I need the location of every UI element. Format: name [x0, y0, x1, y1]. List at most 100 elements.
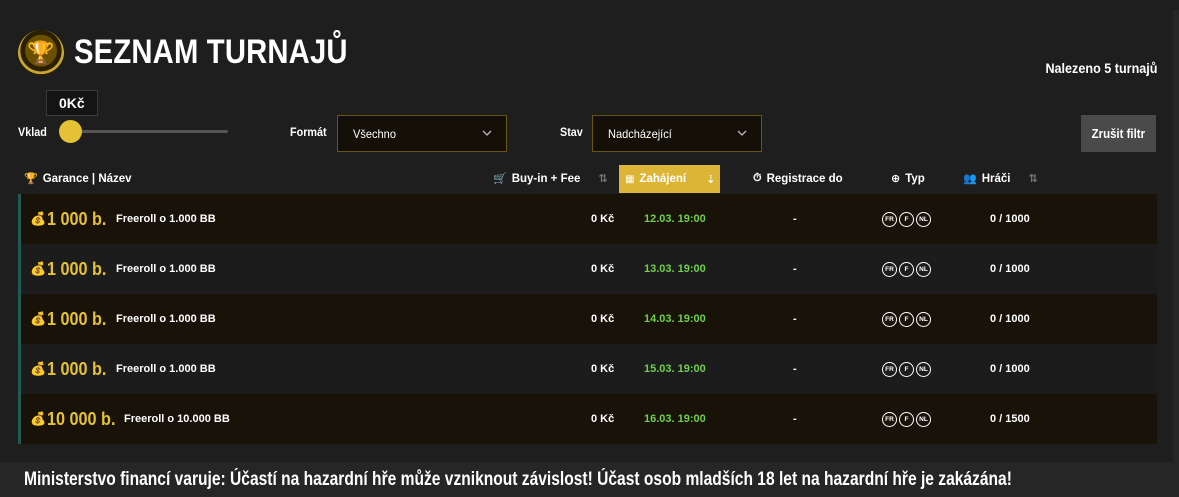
table-row[interactable]: 💰 1 000 b. Freeroll o 1.000 BB 0 Kč 15.0…	[18, 344, 1157, 394]
status-select[interactable]: Nadcházející	[592, 115, 762, 152]
row-name: Freeroll o 1.000 BB	[116, 313, 216, 325]
column-header-registration-label: Registrace do	[766, 172, 843, 185]
tournament-list: 💰 1 000 b. Freeroll o 1.000 BB 0 Kč 12.0…	[18, 194, 1157, 444]
moneybag-icon: 💰	[30, 211, 47, 226]
moneybag-icon: 💰	[30, 311, 47, 326]
type-badge-fr: FR	[882, 311, 897, 327]
column-header-buyin-label: Buy-in + Fee	[511, 172, 581, 185]
type-badge-nl: NL	[916, 411, 931, 427]
sort-icon[interactable]: ⇅	[598, 172, 607, 185]
chevron-down-icon	[737, 130, 747, 136]
row-buyin: 0 Kč	[591, 413, 615, 425]
reset-filter-label: Zrušit filtr	[1091, 126, 1146, 141]
type-badge-fr: FR	[882, 411, 897, 427]
type-badge-fr: FR	[882, 361, 897, 377]
type-badge-f: F	[899, 211, 914, 227]
type-badge-fr: FR	[882, 261, 897, 277]
type-badge-nl: NL	[916, 261, 931, 277]
column-header-type-label: Typ	[905, 172, 925, 185]
trophy-icon: 🏆	[24, 173, 38, 185]
gambling-warning-text: Ministerstvo financí varuje: Účastí na h…	[24, 468, 1012, 490]
scrollbar[interactable]	[1173, 10, 1179, 462]
row-buyin: 0 Kč	[591, 313, 615, 325]
table-row[interactable]: 💰 1 000 b. Freeroll o 1.000 BB 0 Kč 13.0…	[18, 244, 1157, 294]
row-start: 14.03. 19:00	[644, 313, 706, 325]
type-badge-f: F	[899, 311, 914, 327]
deposit-label: Vklad	[18, 125, 47, 139]
row-players: 0 / 1000	[990, 313, 1030, 325]
moneybag-icon: 💰	[30, 411, 47, 426]
plus-circle-icon: ⊕	[891, 173, 901, 185]
moneybag-icon: 💰	[30, 261, 47, 276]
column-header-name-label: Garance | Název	[42, 172, 132, 185]
row-guarantee: 1 000 b.	[47, 258, 107, 279]
type-badge-f: F	[899, 411, 914, 427]
row-guarantee: 1 000 b.	[47, 308, 107, 329]
type-badge-f: F	[899, 361, 914, 377]
sort-descending-icon[interactable]: ⇣	[706, 173, 715, 186]
column-header-players-label: Hráči	[981, 172, 1011, 185]
status-label: Stav	[560, 125, 583, 139]
sort-icon[interactable]: ⇅	[1028, 172, 1037, 185]
row-name: Freeroll o 1.000 BB	[116, 263, 216, 275]
column-header-registration: ⏱ Registrace do	[753, 172, 843, 185]
row-start: 15.03. 19:00	[644, 363, 706, 375]
type-badge-fr: FR	[882, 211, 897, 227]
row-start: 16.03. 19:00	[644, 413, 706, 425]
row-types: FR F NL	[882, 294, 931, 344]
row-registration: -	[793, 413, 797, 425]
row-registration: -	[793, 313, 797, 325]
column-header-type: ⊕ Typ	[891, 172, 925, 186]
table-row[interactable]: 💰 1 000 b. Freeroll o 1.000 BB 0 Kč 14.0…	[18, 294, 1157, 344]
row-name: Freeroll o 1.000 BB	[116, 363, 216, 375]
row-players: 0 / 1000	[990, 363, 1030, 375]
format-select[interactable]: Všechno	[337, 115, 507, 152]
row-name: Freeroll o 1.000 BB	[116, 213, 216, 225]
row-buyin: 0 Kč	[591, 213, 615, 225]
status-select-value: Nadcházející	[608, 127, 672, 141]
row-types: FR F NL	[882, 394, 931, 444]
type-badge-f: F	[899, 261, 914, 277]
row-types: FR F NL	[882, 194, 931, 244]
row-registration: -	[793, 213, 797, 225]
chevron-down-icon	[482, 130, 492, 136]
row-players: 0 / 1000	[990, 263, 1030, 275]
deposit-slider-value: 0Kč	[46, 90, 98, 116]
trophy-chip-icon: 🏆	[18, 30, 64, 76]
row-types: FR F NL	[882, 344, 931, 394]
column-header-start-label: Zahájení	[639, 173, 687, 185]
deposit-slider-thumb[interactable]	[59, 120, 82, 143]
stopwatch-icon: ⏱	[753, 172, 762, 184]
table-row[interactable]: 💰 10 000 b. Freeroll o 10.000 BB 0 Kč 16…	[18, 394, 1157, 444]
row-guarantee: 10 000 b.	[47, 408, 116, 429]
type-badge-nl: NL	[916, 311, 931, 327]
row-buyin: 0 Kč	[591, 263, 615, 275]
column-header-buyin[interactable]: 🛒 Buy-in + Fee ⇅	[493, 172, 608, 186]
row-name: Freeroll o 10.000 BB	[124, 413, 230, 425]
reset-filter-button[interactable]: Zrušit filtr	[1081, 115, 1156, 152]
column-header-start[interactable]: ▦ Zahájení ⇣	[619, 165, 720, 193]
format-label: Formát	[290, 125, 327, 139]
gambling-warning: Ministerstvo financí varuje: Účastí na h…	[0, 462, 1179, 497]
type-badge-nl: NL	[916, 211, 931, 227]
column-header-players[interactable]: 👥 Hráči ⇅	[963, 172, 1038, 186]
row-start: 12.03. 19:00	[644, 213, 706, 225]
column-header-name: 🏆 Garance | Název	[24, 172, 132, 186]
table-row[interactable]: 💰 1 000 b. Freeroll o 1.000 BB 0 Kč 12.0…	[18, 194, 1157, 244]
page-title: SEZNAM TURNAJŮ	[74, 33, 348, 71]
deposit-slider-track[interactable]	[70, 130, 228, 133]
moneybag-icon: 💰	[30, 361, 47, 376]
row-guarantee: 1 000 b.	[47, 358, 107, 379]
row-guarantee: 1 000 b.	[47, 208, 107, 229]
users-icon: 👥	[963, 173, 977, 185]
type-badge-nl: NL	[916, 361, 931, 377]
row-registration: -	[793, 363, 797, 375]
row-start: 13.03. 19:00	[644, 263, 706, 275]
row-players: 0 / 1500	[990, 413, 1030, 425]
found-count: Nalezeno 5 turnajů	[1044, 60, 1157, 76]
cart-icon: 🛒	[493, 173, 507, 185]
row-players: 0 / 1000	[990, 213, 1030, 225]
row-types: FR F NL	[882, 244, 931, 294]
calendar-icon: ▦	[625, 173, 635, 185]
format-select-value: Všechno	[353, 127, 396, 141]
